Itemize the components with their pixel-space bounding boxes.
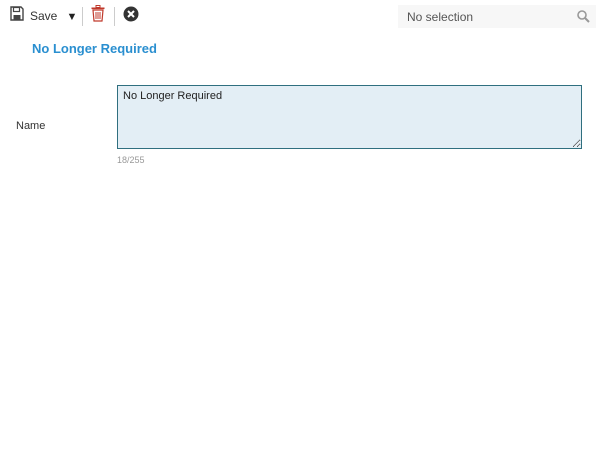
page-title: No Longer Required [32, 41, 157, 56]
search-icon[interactable] [577, 9, 591, 24]
name-field-label: Name [16, 120, 46, 132]
toolbar: Save ▼ No selection [0, 0, 600, 32]
save-label: Save [30, 9, 58, 23]
name-char-counter: 18/255 [117, 155, 145, 165]
circle-x-icon [123, 6, 139, 27]
save-options-dropdown-button[interactable]: ▼ [66, 9, 78, 25]
trash-icon [91, 5, 105, 27]
name-field[interactable]: No Longer Required [117, 85, 582, 149]
save-button[interactable]: Save [10, 5, 57, 27]
floppy-disk-icon [10, 6, 24, 26]
record-editor: Save ▼ No selection No Longer Required N… [0, 0, 600, 461]
cancel-button[interactable] [122, 6, 140, 27]
delete-button[interactable] [90, 5, 106, 27]
search-input[interactable]: No selection [407, 10, 577, 24]
toolbar-divider [82, 7, 83, 26]
toolbar-divider [114, 7, 115, 26]
record-search-box[interactable]: No selection [398, 5, 596, 28]
